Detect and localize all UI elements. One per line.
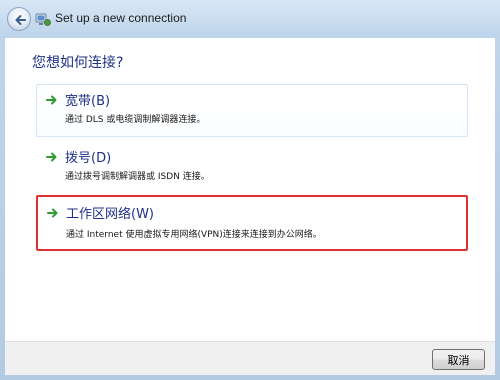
page-question: 您想如何连接? [32,55,124,71]
option-description: 通过 DLS 或电缆调制解调器连接。 [65,115,206,125]
title-bar: Set up a new connection [0,0,500,38]
footer-bar: 取消 [5,341,495,375]
option-label: 宽带(B) [65,94,111,109]
content-area: 您想如何连接? 宽带(B) 通过 DLS 或电缆调制解调器连接。 拨号(D) 通… [5,38,495,341]
green-arrow-icon [46,152,57,162]
option-broadband[interactable]: 宽带(B) 通过 DLS 或电缆调制解调器连接。 [36,84,468,137]
window-frame-bottom [0,375,500,380]
option-description: 通过 Internet 使用虚拟专用网络(VPN)连接来连接到办公网络。 [66,230,322,240]
option-workplace[interactable]: 工作区网络(W) 通过 Internet 使用虚拟专用网络(VPN)连接来连接到… [36,195,468,251]
green-arrow-icon [46,95,57,105]
option-description: 通过拨号调制解调器或 ISDN 连接。 [65,172,210,182]
green-arrow-icon [47,208,58,218]
cancel-button[interactable]: 取消 [432,349,485,370]
network-wizard-icon [35,13,51,26]
window-title: Set up a new connection [55,11,187,25]
window-frame-right [495,38,500,380]
option-label: 拨号(D) [65,151,112,166]
option-dialup[interactable]: 拨号(D) 通过拨号调制解调器或 ISDN 连接。 [36,141,468,194]
back-arrow-icon [15,15,26,25]
option-label: 工作区网络(W) [66,207,154,222]
back-button[interactable] [7,7,31,31]
